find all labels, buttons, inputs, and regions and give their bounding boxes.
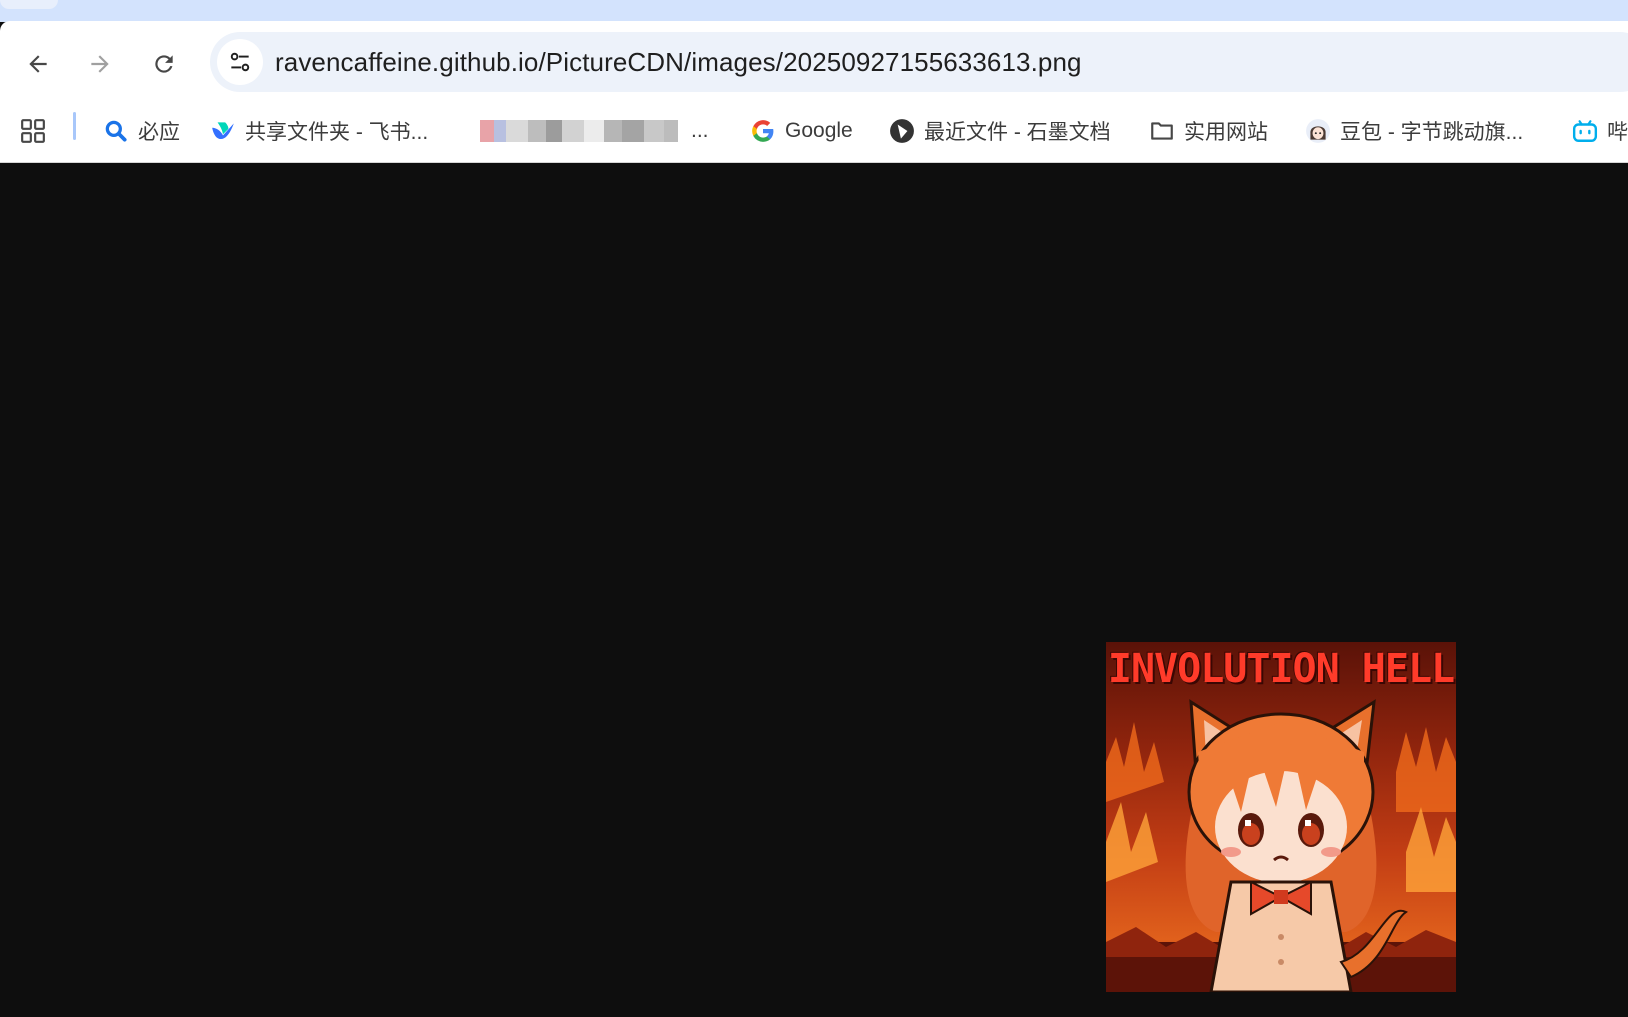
apps-grid-icon: [20, 118, 46, 144]
arrow-left-icon: [29, 55, 47, 73]
feishu-icon: [210, 118, 236, 144]
bookmark-label: 实用网站: [1184, 121, 1268, 144]
bookmark-label: 必应: [138, 121, 180, 144]
tab[interactable]: [0, 0, 58, 9]
search-icon: [103, 118, 129, 144]
bookmark-label: ...: [691, 119, 709, 142]
image-title-text: INVOLUTION HELL: [1107, 646, 1455, 692]
bookmark-redacted[interactable]: ...: [480, 113, 709, 149]
bookmark-label: 共享文件夹 - 飞书...: [245, 121, 429, 144]
bookmark-google[interactable]: Google: [750, 113, 853, 149]
image-viewer: INVOLUTION HELL: [0, 164, 1628, 1017]
bookmark-label: 豆包 - 字节跳动旗...: [1340, 121, 1524, 144]
doubao-avatar-icon: [1305, 118, 1331, 144]
bookmark-shimo[interactable]: 最近文件 - 石墨文档: [889, 113, 1111, 149]
folder-icon: [1149, 118, 1175, 144]
bookmark-doubao[interactable]: 豆包 - 字节跳动旗...: [1305, 113, 1523, 149]
tune-icon: [230, 52, 250, 72]
url-text[interactable]: ravencaffeine.github.io/PictureCDN/image…: [275, 47, 1082, 78]
tab-strip: [0, 0, 1628, 22]
bookmark-feishu[interactable]: 共享文件夹 - 飞书...: [210, 113, 428, 149]
browser-toolbar: ravencaffeine.github.io/PictureCDN/image…: [0, 21, 1628, 103]
bookmark-label: 最近文件 - 石墨文档: [924, 121, 1111, 144]
bookmarks-separator: [73, 112, 76, 140]
forward-button[interactable]: [80, 44, 120, 84]
reload-button[interactable]: [144, 44, 184, 84]
bookmark-label: 哔: [1607, 121, 1628, 144]
bookmark-bing[interactable]: 必应: [103, 113, 180, 149]
bookmark-label: Google: [785, 119, 853, 142]
bookmarks-bar: 必应 共享文件夹 - 飞书... ... Google 最近文件 - 石墨文档 …: [0, 103, 1628, 163]
google-g-icon: [750, 118, 776, 144]
blurred-favicon: [480, 118, 690, 144]
apps-button[interactable]: [20, 113, 46, 149]
bookmark-folder-useful-sites[interactable]: 实用网站: [1149, 113, 1268, 149]
address-bar[interactable]: ravencaffeine.github.io/PictureCDN/image…: [210, 32, 1628, 92]
bookmark-bilibili[interactable]: 哔: [1572, 113, 1628, 149]
bilibili-icon: [1572, 118, 1598, 144]
pixel-art-catgirl-image: [1106, 699, 1456, 992]
shimo-icon: [889, 118, 915, 144]
arrow-right-icon: [91, 55, 109, 73]
displayed-image[interactable]: INVOLUTION HELL: [1106, 642, 1456, 992]
reload-icon: [155, 55, 173, 73]
site-info-button[interactable]: [217, 39, 263, 85]
back-button[interactable]: [18, 44, 58, 84]
